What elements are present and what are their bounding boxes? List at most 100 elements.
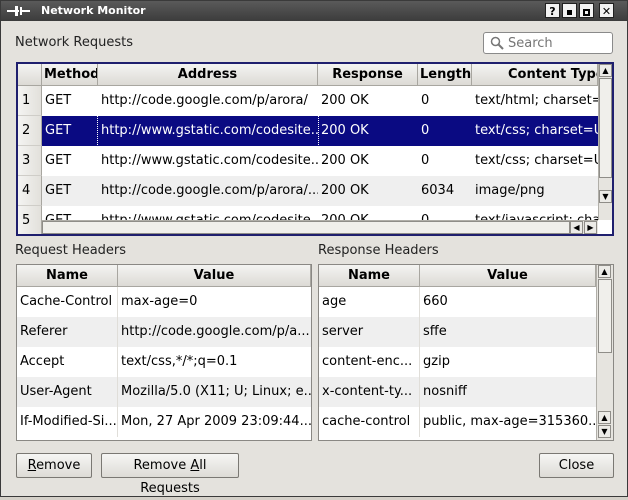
search-input[interactable] xyxy=(508,35,608,51)
header-row[interactable]: Referer http://code.google.com/p/a... xyxy=(17,317,311,347)
header-value-cell: text/css,*/*;q=0.1 xyxy=(121,354,238,369)
cell-content-type: text/html; charset=UTF-8 xyxy=(475,93,598,108)
scroll-up-arrow-icon[interactable]: ▲ xyxy=(599,64,612,77)
header-value-cell: Mozilla/5.0 (X11; U; Linux; e... xyxy=(121,384,311,399)
help-button[interactable]: ? xyxy=(545,3,560,18)
minimize-button[interactable] xyxy=(562,3,577,18)
search-icon xyxy=(490,36,504,50)
request-headers-label: Request Headers xyxy=(15,243,127,258)
remove-button[interactable]: Remove xyxy=(16,453,92,478)
scroll-down-arrow-icon[interactable]: ▼ xyxy=(598,425,611,438)
resp-header-value-column[interactable]: Value xyxy=(420,265,596,287)
header-value-cell: gzip xyxy=(423,354,450,369)
response-headers-label: Response Headers xyxy=(318,243,439,258)
header-name-cell: cache-control xyxy=(319,407,420,437)
cell-length: 0 xyxy=(421,153,430,168)
row-number: 4 xyxy=(18,176,42,206)
requests-horizontal-scrollbar[interactable]: ◀ ▶ xyxy=(42,220,598,234)
maximize-icon xyxy=(583,8,590,16)
column-header-method[interactable]: Method xyxy=(42,64,98,86)
column-header-response[interactable]: Response xyxy=(318,64,418,86)
row-number-header-corner xyxy=(18,64,42,86)
header-value-cell: nosniff xyxy=(423,384,467,399)
cell-method: GET xyxy=(45,123,72,138)
horizontal-scroll-thumb[interactable] xyxy=(42,221,570,234)
scroll-left-arrow-icon[interactable]: ◀ xyxy=(570,221,583,234)
cell-address: http://code.google.com/p/arora/... xyxy=(101,183,318,198)
close-button[interactable]: Close xyxy=(539,453,614,478)
scroll-up-arrow-icon[interactable]: ▲ xyxy=(598,265,611,278)
table-row[interactable]: 2 GET http://www.gstatic.com/codesite... 20… xyxy=(18,115,598,147)
header-name-cell: age xyxy=(319,287,420,317)
header-row[interactable]: Cache-Control max-age=0 xyxy=(17,287,311,317)
cell-method: GET xyxy=(45,183,72,198)
cell-method: GET xyxy=(45,93,72,108)
window-title: Network Monitor xyxy=(41,4,146,17)
header-row[interactable]: content-enc... gzip xyxy=(319,347,596,377)
remove-all-requests-button[interactable]: Remove All Requests xyxy=(101,453,239,496)
response-headers-table: Name Value age 660 server sffe content-enc..… xyxy=(318,264,614,441)
header-value-cell: max-age=0 xyxy=(121,294,198,309)
header-row[interactable]: age 660 xyxy=(319,287,596,317)
header-name-cell: server xyxy=(319,317,420,347)
request-headers-table: Name Value Cache-Control max-age=0 Referer… xyxy=(16,264,312,441)
header-name-cell: x-content-ty... xyxy=(319,377,420,407)
header-row[interactable]: User-Agent Mozilla/5.0 (X11; U; Linux; e.… xyxy=(17,377,311,407)
header-name-cell: Accept xyxy=(17,347,118,377)
column-header-address[interactable]: Address xyxy=(98,64,318,86)
cell-address: http://www.gstatic.com/codesite... xyxy=(97,115,319,147)
header-name-cell: Referer xyxy=(17,317,118,347)
header-value-cell: Mon, 27 Apr 2009 23:09:44... xyxy=(121,414,311,429)
header-row[interactable]: Accept text/css,*/*;q=0.1 xyxy=(17,347,311,377)
header-row[interactable]: x-content-ty... nosniff xyxy=(319,377,596,407)
header-row[interactable]: server sffe xyxy=(319,317,596,347)
table-row[interactable]: 3 GET http://www.gstatic.com/codesite... 20… xyxy=(18,146,598,176)
cell-length: 0 xyxy=(421,123,430,138)
scroll-thumb[interactable] xyxy=(598,279,612,353)
cell-response: 200 OK xyxy=(321,183,369,198)
row-number: 1 xyxy=(18,86,42,116)
network-monitor-window: Network Monitor ? ✕ Network Requests Met… xyxy=(0,0,628,497)
maximize-button[interactable] xyxy=(579,3,594,18)
scroll-up-arrow-icon[interactable]: ▲ xyxy=(598,411,611,424)
network-requests-label: Network Requests xyxy=(15,35,133,50)
cell-method: GET xyxy=(45,153,72,168)
header-name-cell: Cache-Control xyxy=(17,287,118,317)
header-value-cell: 660 xyxy=(423,294,448,309)
header-value-cell: public, max-age=315360... xyxy=(423,414,596,429)
table-row[interactable]: 1 GET http://code.google.com/p/arora/200 O… xyxy=(18,86,598,116)
response-headers-scrollbar[interactable]: ▲ ▲ ▼ xyxy=(596,265,613,440)
column-header-length[interactable]: Length xyxy=(418,64,472,86)
table-row[interactable]: 4 GET http://code.google.com/p/arora/... 20… xyxy=(18,176,598,206)
scroll-right-arrow-icon[interactable]: ▶ xyxy=(584,221,597,234)
cell-content-type: text/css; charset=UTF-8 xyxy=(475,153,598,168)
network-plug-icon xyxy=(7,6,30,16)
header-value-cell: sffe xyxy=(423,324,447,339)
cell-content-type: text/css; charset=UTF-8 xyxy=(475,123,598,138)
minimize-icon xyxy=(567,9,572,15)
header-row[interactable]: cache-control public, max-age=315360... xyxy=(319,407,596,437)
cell-response: 200 OK xyxy=(321,153,369,168)
cell-length: 6034 xyxy=(421,183,455,198)
cell-address: http://www.gstatic.com/codesite... xyxy=(101,153,318,168)
search-box[interactable] xyxy=(483,32,613,54)
req-header-name-column[interactable]: Name xyxy=(17,265,118,287)
cell-address: http://code.google.com/p/arora/ xyxy=(101,93,308,108)
title-bar[interactable]: Network Monitor ? ✕ xyxy=(1,1,627,21)
row-number: 3 xyxy=(18,146,42,176)
scroll-thumb[interactable] xyxy=(599,78,612,178)
requests-table: Method Address Response Length Content T… xyxy=(16,62,614,236)
header-name-cell: If-Modified-Si... xyxy=(17,407,118,437)
resp-header-name-column[interactable]: Name xyxy=(319,265,420,287)
cell-response: 200 OK xyxy=(321,123,369,138)
row-number: 5 xyxy=(18,206,42,234)
header-name-cell: User-Agent xyxy=(17,377,118,407)
header-row[interactable]: If-Modified-Si... Mon, 27 Apr 2009 23:09:… xyxy=(17,407,311,437)
cell-content-type: image/png xyxy=(475,183,545,198)
close-window-button[interactable]: ✕ xyxy=(599,3,614,18)
header-value-cell: http://code.google.com/p/a... xyxy=(121,324,310,339)
req-header-value-column[interactable]: Value xyxy=(118,265,311,287)
column-header-content-type[interactable]: Content Type xyxy=(472,64,598,86)
scroll-down-arrow-icon[interactable]: ▼ xyxy=(599,190,612,203)
requests-vertical-scrollbar[interactable]: ▲ ▼ xyxy=(598,64,612,220)
